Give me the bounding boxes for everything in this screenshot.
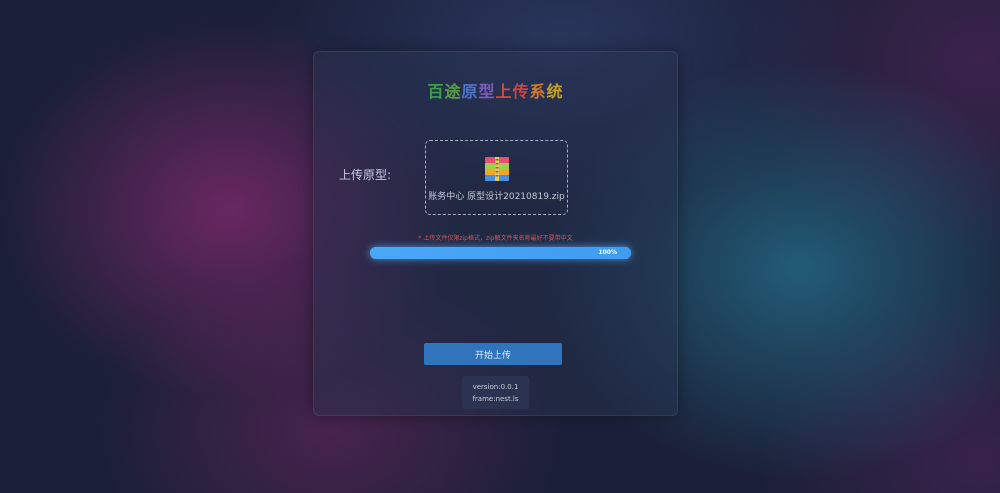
title-char: 百 <box>427 82 445 101</box>
page-title: 百途原型上传系统 <box>314 78 677 102</box>
progress-text: 100% <box>598 249 617 256</box>
title-char: 途 <box>444 82 462 101</box>
title-char: 上 <box>495 82 513 101</box>
title-char: 系 <box>529 82 547 101</box>
title-char: 传 <box>512 82 530 101</box>
start-upload-button[interactable]: 开始上传 <box>424 343 562 365</box>
version-text: version:0.0.1 <box>472 383 519 391</box>
upload-panel: 百途原型上传系统 上传原型: 账务中心 原型设计20210819.zip * 上… <box>313 51 678 416</box>
title-char: 统 <box>546 82 564 101</box>
title-char: 型 <box>478 82 496 101</box>
upload-hint: * 上传文件仅限zip格式，zip解文件夹名称最好不要带中文 <box>418 235 573 242</box>
progress-fill: 100% <box>370 247 631 259</box>
file-name: 账务中心 原型设计20210819.zip <box>428 192 565 202</box>
zip-archive-icon <box>485 157 509 181</box>
upload-progress-bar: 100% <box>370 247 631 259</box>
file-dropzone[interactable]: 账务中心 原型设计20210819.zip <box>425 140 568 215</box>
frame-text: frame:nest.ls <box>472 395 519 403</box>
upload-label: 上传原型: <box>339 168 392 182</box>
version-info: version:0.0.1 frame:nest.ls <box>462 376 529 409</box>
title-char: 原 <box>461 82 479 101</box>
